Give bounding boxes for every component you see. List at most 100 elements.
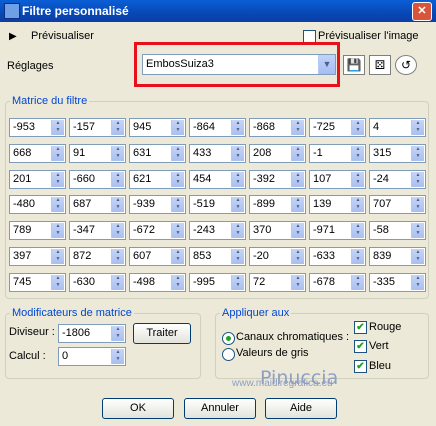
matrix-cell-input[interactable]: 201 ▲ ▼ (9, 170, 66, 189)
matrix-cell-spinner[interactable]: ▲ ▼ (291, 172, 304, 187)
matrix-cell-input[interactable]: 745 ▲ ▼ (9, 273, 66, 292)
help-button[interactable]: Aide (265, 398, 337, 419)
matrix-cell-spinner[interactable]: ▲ ▼ (171, 223, 184, 238)
matrix-cell-input[interactable]: -20 ▲ ▼ (249, 247, 306, 266)
matrix-cell-spinner[interactable]: ▲ ▼ (171, 275, 184, 290)
matrix-cell-spinner[interactable]: ▲ ▼ (231, 172, 244, 187)
matrix-cell-spinner[interactable]: ▲ ▼ (171, 172, 184, 187)
matrix-cell-spinner[interactable]: ▲ ▼ (291, 223, 304, 238)
matrix-cell-input[interactable]: 872 ▲ ▼ (69, 247, 126, 266)
preset-select[interactable]: EmbosSuiza3 ▼ (142, 54, 336, 75)
matrix-cell-input[interactable]: 72 ▲ ▼ (249, 273, 306, 292)
matrix-cell-spinner[interactable]: ▲ ▼ (411, 223, 424, 238)
matrix-cell-input[interactable]: -864 ▲ ▼ (189, 118, 246, 137)
grays-radio[interactable] (222, 348, 235, 361)
matrix-cell-input[interactable]: -995 ▲ ▼ (189, 273, 246, 292)
matrix-cell-input[interactable]: 397 ▲ ▼ (9, 247, 66, 266)
matrix-cell-input[interactable]: 621 ▲ ▼ (129, 170, 186, 189)
matrix-cell-input[interactable]: -1 ▲ ▼ (309, 144, 366, 163)
rouge-checkbox[interactable]: ✔ (354, 321, 367, 334)
matrix-cell-spinner[interactable]: ▲ ▼ (111, 172, 124, 187)
matrix-cell-input[interactable]: -157 ▲ ▼ (69, 118, 126, 137)
matrix-cell-spinner[interactable]: ▲ ▼ (51, 172, 64, 187)
expand-arrow-icon[interactable]: ▶ (9, 31, 17, 42)
divisor-spinner[interactable]: ▲ ▼ (111, 326, 124, 341)
matrix-cell-spinner[interactable]: ▲ ▼ (351, 197, 364, 212)
matrix-cell-spinner[interactable]: ▲ ▼ (411, 275, 424, 290)
matrix-cell-spinner[interactable]: ▲ ▼ (171, 197, 184, 212)
matrix-cell-input[interactable]: 208 ▲ ▼ (249, 144, 306, 163)
matrix-cell-input[interactable]: 839 ▲ ▼ (369, 247, 426, 266)
matrix-cell-spinner[interactable]: ▲ ▼ (51, 146, 64, 161)
matrix-cell-spinner[interactable]: ▲ ▼ (111, 275, 124, 290)
matrix-cell-spinner[interactable]: ▲ ▼ (51, 223, 64, 238)
matrix-cell-input[interactable]: 370 ▲ ▼ (249, 221, 306, 240)
matrix-cell-input[interactable]: -392 ▲ ▼ (249, 170, 306, 189)
matrix-cell-spinner[interactable]: ▲ ▼ (111, 223, 124, 238)
randomize-button[interactable]: ⚄ (369, 55, 391, 75)
matrix-cell-spinner[interactable]: ▲ ▼ (291, 197, 304, 212)
matrix-cell-input[interactable]: 91 ▲ ▼ (69, 144, 126, 163)
matrix-cell-spinner[interactable]: ▲ ▼ (171, 249, 184, 264)
matrix-cell-spinner[interactable]: ▲ ▼ (231, 249, 244, 264)
matrix-cell-spinner[interactable]: ▲ ▼ (231, 223, 244, 238)
matrix-cell-input[interactable]: 4 ▲ ▼ (369, 118, 426, 137)
matrix-cell-spinner[interactable]: ▲ ▼ (111, 249, 124, 264)
matrix-cell-input[interactable]: -24 ▲ ▼ (369, 170, 426, 189)
matrix-cell-input[interactable]: -672 ▲ ▼ (129, 221, 186, 240)
close-button[interactable]: ✕ (412, 2, 432, 21)
matrix-cell-spinner[interactable]: ▲ ▼ (411, 120, 424, 135)
matrix-cell-spinner[interactable]: ▲ ▼ (231, 275, 244, 290)
chevron-down-icon[interactable]: ▼ (318, 55, 335, 74)
matrix-cell-spinner[interactable]: ▲ ▼ (111, 146, 124, 161)
calcul-spinner[interactable]: ▲ ▼ (111, 349, 124, 364)
matrix-cell-input[interactable]: 945 ▲ ▼ (129, 118, 186, 137)
matrix-cell-input[interactable]: -347 ▲ ▼ (69, 221, 126, 240)
cancel-button[interactable]: Annuler (184, 398, 256, 419)
matrix-cell-spinner[interactable]: ▲ ▼ (231, 197, 244, 212)
matrix-cell-spinner[interactable]: ▲ ▼ (291, 120, 304, 135)
matrix-cell-spinner[interactable]: ▲ ▼ (291, 146, 304, 161)
matrix-cell-spinner[interactable]: ▲ ▼ (411, 249, 424, 264)
matrix-cell-spinner[interactable]: ▲ ▼ (291, 249, 304, 264)
matrix-cell-input[interactable]: 631 ▲ ▼ (129, 144, 186, 163)
divisor-input[interactable]: -1806 ▲ ▼ (58, 324, 126, 343)
matrix-cell-input[interactable]: 789 ▲ ▼ (9, 221, 66, 240)
matrix-cell-spinner[interactable]: ▲ ▼ (411, 172, 424, 187)
matrix-cell-input[interactable]: -953 ▲ ▼ (9, 118, 66, 137)
matrix-cell-input[interactable]: -498 ▲ ▼ (129, 273, 186, 292)
matrix-cell-input[interactable]: 607 ▲ ▼ (129, 247, 186, 266)
matrix-cell-input[interactable]: 139 ▲ ▼ (309, 195, 366, 214)
matrix-cell-input[interactable]: -630 ▲ ▼ (69, 273, 126, 292)
matrix-cell-input[interactable]: -971 ▲ ▼ (309, 221, 366, 240)
matrix-cell-spinner[interactable]: ▲ ▼ (171, 120, 184, 135)
matrix-cell-spinner[interactable]: ▲ ▼ (51, 249, 64, 264)
matrix-cell-input[interactable]: -660 ▲ ▼ (69, 170, 126, 189)
matrix-cell-input[interactable]: -480 ▲ ▼ (9, 195, 66, 214)
matrix-cell-input[interactable]: 315 ▲ ▼ (369, 144, 426, 163)
matrix-cell-spinner[interactable]: ▲ ▼ (351, 223, 364, 238)
ok-button[interactable]: OK (102, 398, 174, 419)
matrix-cell-spinner[interactable]: ▲ ▼ (351, 275, 364, 290)
matrix-cell-spinner[interactable]: ▲ ▼ (51, 120, 64, 135)
matrix-cell-spinner[interactable]: ▲ ▼ (411, 197, 424, 212)
matrix-cell-input[interactable]: -519 ▲ ▼ (189, 195, 246, 214)
calcul-input[interactable]: 0 ▲ ▼ (58, 347, 126, 366)
matrix-cell-input[interactable]: 687 ▲ ▼ (69, 195, 126, 214)
matrix-cell-spinner[interactable]: ▲ ▼ (291, 275, 304, 290)
vert-checkbox[interactable]: ✔ (354, 340, 367, 353)
matrix-cell-spinner[interactable]: ▲ ▼ (231, 146, 244, 161)
matrix-cell-input[interactable]: 853 ▲ ▼ (189, 247, 246, 266)
channels-radio[interactable] (222, 332, 235, 345)
matrix-cell-spinner[interactable]: ▲ ▼ (231, 120, 244, 135)
matrix-cell-input[interactable]: -633 ▲ ▼ (309, 247, 366, 266)
matrix-cell-spinner[interactable]: ▲ ▼ (51, 275, 64, 290)
matrix-cell-input[interactable]: -899 ▲ ▼ (249, 195, 306, 214)
matrix-cell-spinner[interactable]: ▲ ▼ (351, 120, 364, 135)
matrix-cell-input[interactable]: -58 ▲ ▼ (369, 221, 426, 240)
matrix-cell-input[interactable]: 668 ▲ ▼ (9, 144, 66, 163)
matrix-cell-input[interactable]: -335 ▲ ▼ (369, 273, 426, 292)
matrix-cell-spinner[interactable]: ▲ ▼ (171, 146, 184, 161)
matrix-cell-spinner[interactable]: ▲ ▼ (351, 172, 364, 187)
matrix-cell-spinner[interactable]: ▲ ▼ (51, 197, 64, 212)
